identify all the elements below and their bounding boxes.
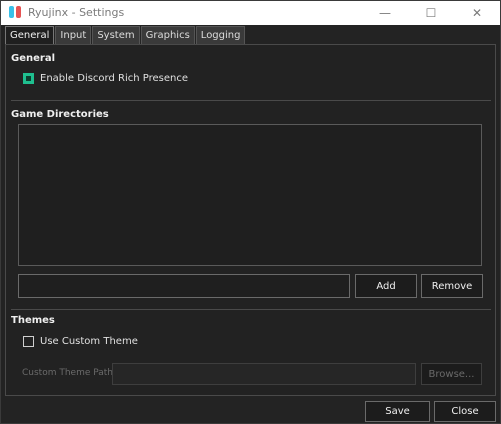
remove-directory-button[interactable]: Remove (421, 274, 483, 298)
section-divider (11, 100, 491, 101)
tab-graphics[interactable]: Graphics (140, 26, 195, 44)
dialog-footer: Save Close (1, 399, 500, 423)
section-divider (11, 309, 491, 310)
tab-input[interactable]: Input (55, 26, 92, 44)
settings-tabs: General Input System Graphics Logging (5, 26, 246, 44)
window-title: Ryujinx - Settings (28, 6, 125, 19)
settings-window: Ryujinx - Settings — ☐ ✕ General Input S… (0, 0, 501, 424)
game-directories-section-title: Game Directories (11, 109, 109, 120)
ryujinx-logo-icon (8, 5, 22, 19)
discord-rich-presence-option[interactable]: Enable Discord Rich Presence (23, 73, 188, 84)
discord-rich-presence-checkbox[interactable] (23, 73, 34, 84)
save-button[interactable]: Save (365, 401, 430, 422)
use-custom-theme-checkbox[interactable] (23, 336, 34, 347)
tab-logging[interactable]: Logging (195, 26, 246, 44)
themes-section-title: Themes (11, 315, 55, 326)
custom-theme-path-input[interactable] (112, 363, 416, 385)
tab-general[interactable]: General (5, 26, 55, 44)
window-controls: — ☐ ✕ (362, 1, 500, 25)
game-directory-path-input[interactable] (18, 274, 350, 298)
discord-rich-presence-label: Enable Discord Rich Presence (40, 73, 188, 84)
close-window-button[interactable]: ✕ (454, 1, 500, 25)
title-bar[interactable]: Ryujinx - Settings — ☐ ✕ (1, 1, 500, 25)
maximize-button[interactable]: ☐ (408, 1, 454, 25)
use-custom-theme-option[interactable]: Use Custom Theme (23, 336, 138, 347)
add-directory-button[interactable]: Add (355, 274, 417, 298)
minimize-icon: — (379, 6, 391, 20)
minimize-button[interactable]: — (362, 1, 408, 25)
tab-system[interactable]: System (92, 26, 140, 44)
general-section-title: General (11, 53, 55, 64)
close-icon: ✕ (471, 6, 483, 20)
game-directories-list[interactable] (18, 124, 482, 266)
custom-theme-path-label: Custom Theme Path: (22, 368, 117, 378)
general-tab-panel: General Enable Discord Rich Presence Gam… (5, 44, 496, 396)
use-custom-theme-label: Use Custom Theme (40, 336, 138, 347)
close-button[interactable]: Close (434, 401, 496, 422)
browse-theme-button[interactable]: Browse... (421, 363, 482, 385)
maximize-icon: ☐ (425, 6, 437, 20)
